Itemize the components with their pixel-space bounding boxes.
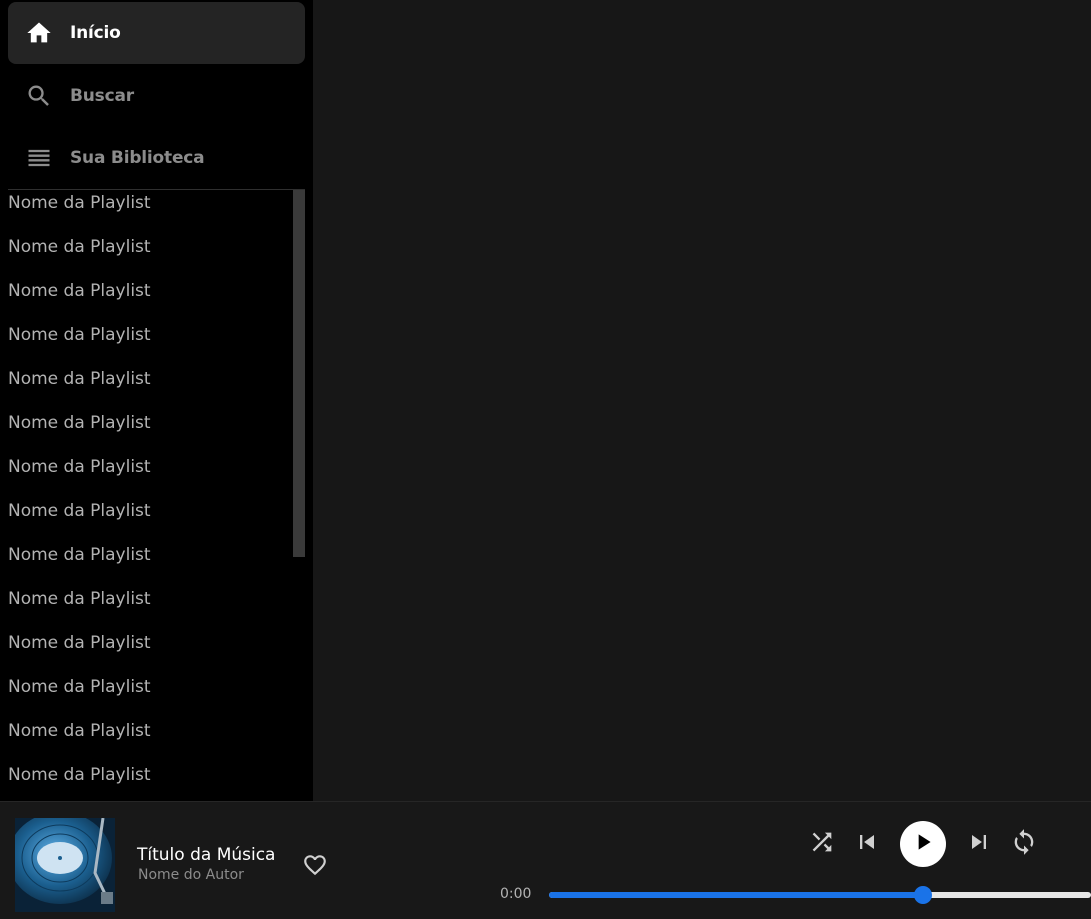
home-icon <box>25 19 53 47</box>
current-time: 0:00 <box>500 886 532 902</box>
next-icon <box>965 828 993 860</box>
previous-icon <box>853 828 881 860</box>
playlist-item[interactable]: Nome da Playlist <box>8 586 151 612</box>
playlist-item[interactable]: Nome da Playlist <box>8 410 151 436</box>
nav-item-library[interactable]: Sua Biblioteca <box>8 127 305 189</box>
playlist-item[interactable]: Nome da Playlist <box>8 674 151 700</box>
progress-fill <box>549 892 923 898</box>
playlist-item[interactable]: Nome da Playlist <box>8 234 151 260</box>
library-icon <box>25 144 53 172</box>
progress-bar[interactable] <box>549 886 1091 904</box>
playlist-item[interactable]: Nome da Playlist <box>8 190 151 216</box>
player-bar: Título da Música Nome do Autor 0:00 <box>0 801 1091 919</box>
repeat-button[interactable] <box>1010 828 1038 860</box>
playlist-item[interactable]: Nome da Playlist <box>8 630 151 656</box>
playlist-item[interactable]: Nome da Playlist <box>8 762 151 788</box>
playlist-item[interactable]: Nome da Playlist <box>8 366 151 392</box>
nav-item-search[interactable]: Buscar <box>8 65 305 127</box>
progress-thumb[interactable] <box>913 886 932 904</box>
play-icon <box>910 829 936 859</box>
track-author[interactable]: Nome do Autor <box>138 867 244 883</box>
search-icon <box>25 82 53 110</box>
playlist-item[interactable]: Nome da Playlist <box>8 498 151 524</box>
track-title[interactable]: Título da Música <box>137 845 275 865</box>
repeat-icon <box>1010 828 1038 860</box>
next-button[interactable] <box>965 830 993 858</box>
playlist-item[interactable]: Nome da Playlist <box>8 454 151 480</box>
nav-item-label: Buscar <box>70 86 134 106</box>
playlist-item[interactable]: Nome da Playlist <box>8 718 151 744</box>
sidebar: Início Buscar Sua Biblioteca Nome da Pla… <box>0 0 313 801</box>
playlist-item[interactable]: Nome da Playlist <box>8 278 151 304</box>
scrollbar[interactable] <box>293 190 305 557</box>
playlist-item[interactable]: Nome da Playlist <box>8 322 151 348</box>
shuffle-button[interactable] <box>808 830 836 858</box>
nav-item-label: Início <box>70 23 121 43</box>
playlist-item[interactable]: Nome da Playlist <box>8 542 151 568</box>
nav-item-label: Sua Biblioteca <box>70 148 205 168</box>
heart-icon <box>302 855 328 882</box>
previous-button[interactable] <box>853 830 881 858</box>
playlist-list: Nome da Playlist Nome da Playlist Nome da … <box>0 190 305 801</box>
play-button[interactable] <box>900 821 946 867</box>
shuffle-icon <box>808 828 836 860</box>
like-button[interactable] <box>302 852 328 878</box>
album-cover <box>15 818 115 912</box>
nav-item-home[interactable]: Início <box>8 2 305 64</box>
